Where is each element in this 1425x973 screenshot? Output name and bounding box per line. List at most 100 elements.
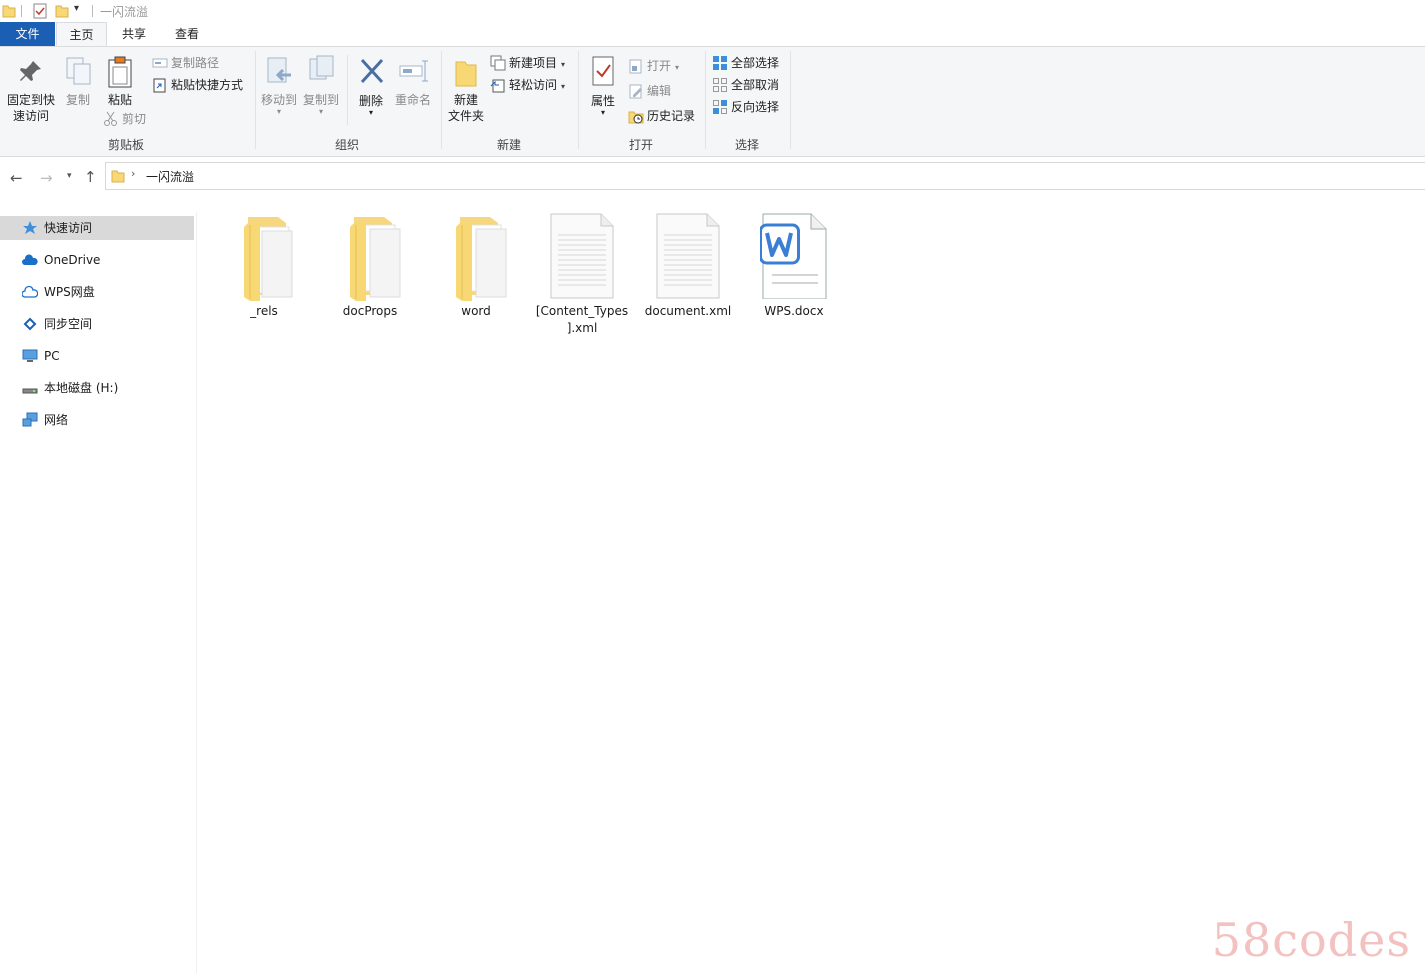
invert-selection-icon [713,99,727,114]
copy-path-button[interactable]: 复制路径 [152,53,219,73]
list-item[interactable]: WPS.docx [744,211,844,341]
list-item[interactable]: document.xml [638,211,738,341]
rename-button[interactable]: 重命名 [392,55,434,127]
group-divider [790,51,791,149]
watermark-logo: 58codes [1211,913,1411,967]
sidebar-item-onedrive[interactable]: OneDrive [0,248,194,272]
open-icon [629,59,642,73]
window-title: 一闪流溢 [100,5,149,19]
paste-shortcut-icon [153,78,166,92]
easy-access-button[interactable]: 轻松访问 ▾ [490,75,565,95]
clipboard-icon [108,56,132,88]
chevron-down-icon: ▾ [561,60,566,69]
cloud-icon [22,254,38,265]
network-icon [22,412,38,427]
paste-shortcut-button[interactable]: 粘贴快捷方式 [152,75,243,95]
recent-locations-chevron-icon[interactable]: ▾ [67,171,72,181]
sidebar-item-network[interactable]: 网络 [0,408,194,432]
sidebar-item-quick-access[interactable]: 快速访问 [0,216,194,240]
new-folder-icon [455,61,477,87]
tab-home[interactable]: 主页 [56,22,107,46]
ribbon-tabs: 文件 主页 共享 查看 [0,22,1425,47]
clipboard-group-label: 剪贴板 [107,138,144,152]
select-none-button[interactable]: 全部取消 [712,75,779,95]
new-item-icon [490,55,506,70]
address-bar[interactable]: › 一闪流溢 [105,162,1425,190]
rename-icon [399,60,428,82]
title-bar: ▾ 一闪流溢 [0,0,1425,22]
copy-path-icon [152,58,168,67]
group-divider [441,51,442,149]
list-item[interactable]: word [426,211,526,341]
sidebar-item-local-disk-h[interactable]: 本地磁盘 (H:) [0,376,194,400]
word-document-icon [760,213,827,299]
select-group-label: 选择 [734,138,759,152]
chevron-down-icon: ▾ [561,82,566,91]
back-arrow-icon[interactable]: ← [10,169,23,187]
folder-icon [350,217,401,301]
tab-share[interactable]: 共享 [109,22,159,46]
monitor-icon [22,349,38,362]
tab-file[interactable]: 文件 [0,22,55,46]
copy-to-icon [309,55,334,80]
list-item[interactable]: [Content_Types].xml [532,211,632,341]
sidebar-item-sync-space[interactable]: 同步空间 [0,312,194,336]
open-group-label: 打开 [628,138,653,152]
group-divider [347,55,348,125]
folder-icon [456,217,507,301]
star-icon [23,221,37,234]
xml-file-icon [656,213,720,299]
properties-icon [592,56,614,86]
sidebar-item-wps-drive[interactable]: WPS网盘 [0,280,194,304]
up-arrow-icon[interactable]: ↑ [84,168,97,186]
group-divider [255,51,256,149]
invert-selection-button[interactable]: 反向选择 [712,97,779,117]
xml-file-icon [550,213,614,299]
chevron-down-icon: ▾ [675,63,680,72]
tab-view[interactable]: 查看 [162,22,212,46]
move-to-icon [267,57,291,83]
copy-button[interactable]: 复制 [60,55,96,127]
file-list: _rels docProps word [Content_Types].xml… [197,197,1425,973]
drive-icon [22,388,38,394]
properties-quick-icon[interactable] [33,3,47,19]
cut-button[interactable]: 剪切 [103,109,146,129]
delete-button[interactable]: 删除 ▾ [352,55,390,135]
history-button[interactable]: 历史记录 [628,106,695,126]
properties-button[interactable]: 属性 ▾ [584,55,622,135]
edit-button[interactable]: 编辑 [628,81,671,101]
sidebar-item-pc[interactable]: PC [0,344,194,368]
select-all-icon [713,55,727,70]
customize-quick-access-icon[interactable]: ▾ [74,3,79,14]
navigation-pane: 快速访问 OneDrive WPS网盘 同步空间 PC 本地磁盘 (H:) 网络 [0,212,197,973]
new-item-button[interactable]: 新建项目 ▾ [490,53,565,73]
new-folder-quick-icon[interactable] [55,4,69,18]
history-icon [628,111,644,123]
move-to-button[interactable]: 移动到 ▾ [258,55,300,135]
select-all-button[interactable]: 全部选择 [712,53,779,73]
select-none-icon [713,77,727,92]
new-folder-button[interactable]: 新建 文件夹 [444,55,488,135]
list-item[interactable]: docProps [320,211,420,341]
navigation-bar: ← → ▾ ↑ › 一闪流溢 [0,157,1425,197]
list-item[interactable]: _rels [214,211,314,341]
sync-icon [23,317,37,331]
folder-icon [111,170,125,183]
wps-cloud-icon [22,285,38,298]
ribbon: 固定到快 速访问 复制 粘贴 复制路径 粘贴快捷方式 剪切 剪贴板 移动到 ▾ … [0,47,1425,157]
easy-access-icon [490,79,505,92]
group-divider [578,51,579,149]
delete-x-icon [360,58,384,84]
copy-icon [66,57,91,85]
pin-icon [20,61,41,81]
group-divider [705,51,706,149]
breadcrumb-separator-icon[interactable]: › [131,167,135,180]
pin-quick-access-button[interactable]: 固定到快 速访问 [4,55,58,127]
breadcrumb-current[interactable]: 一闪流溢 [146,168,194,185]
folder-icon [2,5,16,18]
new-group-label: 新建 [496,138,521,152]
organize-group-label: 组织 [334,138,359,152]
copy-to-button[interactable]: 复制到 ▾ [300,55,342,135]
open-button[interactable]: 打开 ▾ [628,56,679,76]
forward-arrow-icon[interactable]: → [40,169,53,187]
